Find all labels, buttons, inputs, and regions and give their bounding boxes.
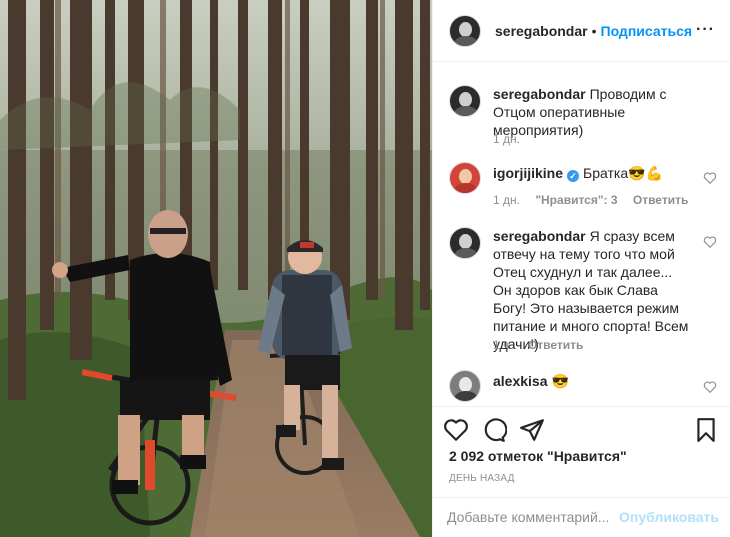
comment-input[interactable] — [447, 506, 627, 528]
publish-button[interactable]: Опубликовать — [619, 509, 719, 525]
comment-icon[interactable] — [481, 417, 507, 443]
comment-username[interactable]: igorjijikine — [493, 165, 563, 181]
comment-like-heart-icon[interactable] — [703, 171, 717, 185]
caption-time[interactable]: 1 дн. — [493, 132, 520, 146]
comment-like-heart-icon[interactable] — [703, 235, 717, 249]
comment-item: igorjijikine ✓ Братка😎💪 1 дн. "Нравится": … — [449, 162, 717, 212]
commenter-avatar[interactable] — [449, 370, 481, 402]
comment-time[interactable]: 1 ч. — [493, 338, 513, 352]
share-icon[interactable] — [519, 417, 545, 443]
post-date[interactable]: ДЕНЬ НАЗАД — [449, 473, 515, 484]
caption-meta: 1 дн. — [493, 132, 532, 146]
commenter-avatar[interactable] — [449, 227, 481, 259]
comment-likes[interactable]: "Нравится": 3 — [535, 193, 617, 207]
follow-button[interactable]: Подписаться — [601, 23, 693, 39]
author-username[interactable]: seregabondar — [495, 23, 588, 39]
comment-text: Я сразу всем отвечу на тему того что мой… — [493, 228, 689, 352]
caption-avatar[interactable] — [449, 85, 481, 117]
post-panel: seregabondar • Подписаться ··· seregabon… — [432, 0, 730, 537]
caption-text-block: seregabondar Проводим с Отцом оперативные… — [493, 85, 693, 139]
action-bar — [443, 415, 723, 445]
comment-text-block: igorjijikine ✓ Братка😎💪 — [493, 164, 693, 182]
comment-like-heart-icon[interactable] — [703, 380, 717, 394]
comment-time[interactable]: 1 дн. — [493, 193, 520, 207]
add-comment-bar: Опубликовать — [433, 497, 730, 537]
reply-button[interactable]: Ответить — [633, 193, 688, 207]
verified-badge-icon: ✓ — [567, 170, 580, 182]
comment-text-block: seregabondar Я сразу всем отвечу на тему … — [493, 227, 693, 353]
commenter-avatar[interactable] — [449, 162, 481, 194]
more-horizontal-icon[interactable]: ··· — [696, 22, 715, 38]
photo-cyclists-forest — [0, 0, 432, 537]
post-actions: 2 092 отметок "Нравится" ДЕНЬ НАЗАД Опуб… — [433, 406, 730, 537]
comment-username[interactable]: alexkisa — [493, 373, 548, 389]
comment-text: 😎 — [551, 373, 569, 389]
comments-list[interactable]: seregabondar Проводим с Отцом оперативные… — [433, 63, 730, 405]
author-avatar[interactable] — [449, 14, 481, 47]
caption-username[interactable]: seregabondar — [493, 86, 586, 102]
post-photo[interactable] — [0, 0, 432, 537]
post-header: seregabondar • Подписаться ··· — [433, 0, 730, 62]
header-separator: • — [591, 22, 597, 39]
bookmark-icon[interactable] — [693, 417, 719, 443]
likes-count[interactable]: 2 092 отметок "Нравится" — [449, 448, 627, 464]
reply-button[interactable]: Ответить — [528, 338, 583, 352]
comment-meta: 1 дн. "Нравится": 3 Ответить — [493, 193, 700, 207]
comment-item: alexkisa 😎 — [449, 370, 717, 405]
caption-item: seregabondar Проводим с Отцом оперативные… — [449, 85, 717, 155]
comment-item: seregabondar Я сразу всем отвечу на тему … — [449, 227, 717, 357]
comment-text-block: alexkisa 😎 — [493, 372, 693, 390]
comment-text: Братка😎💪 — [583, 165, 663, 181]
comment-username[interactable]: seregabondar — [493, 228, 586, 244]
heart-icon[interactable] — [443, 417, 469, 443]
comment-meta: 1 ч. Ответить — [493, 338, 595, 352]
